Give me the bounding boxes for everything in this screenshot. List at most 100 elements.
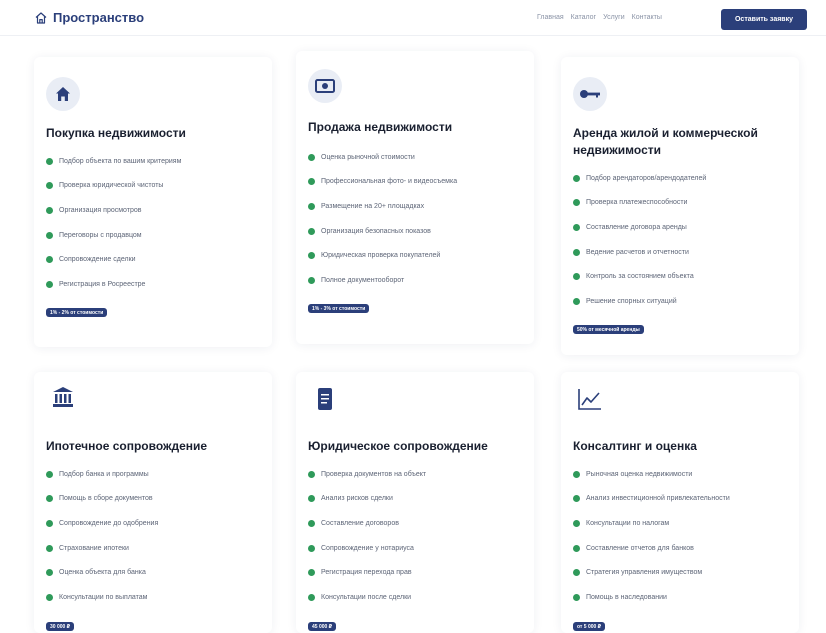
service-card-legal: Юридическое сопровождение Проверка докум… [296,372,534,633]
feature-list: Подбор объекта по вашим критериям Провер… [46,149,181,297]
site-header: Пространство Главная Каталог Услуги Конт… [0,0,826,36]
feature-item: Помощь в наследовании [573,585,730,610]
feature-item: Анализ инвестиционной привлекательности [573,487,730,512]
feature-item: Организация просмотров [46,198,181,223]
leave-request-button[interactable]: Оставить заявку [721,9,807,30]
feature-item: Рыночная оценка недвижимости [573,462,730,487]
check-dot-icon [46,544,53,552]
feature-list: Подбор арендаторов/арендодателей Проверк… [573,166,706,314]
check-dot-icon [46,157,53,165]
check-dot-icon [573,495,580,503]
main-nav: Главная Каталог Услуги Контакты [537,14,662,21]
feature-item: Анализ рисков сделки [308,487,426,512]
feature-item: Оценка рыночной стоимости [308,145,457,170]
feature-item: Страхование ипотеки [46,536,158,561]
feature-item: Контроль за состоянием объекта [573,264,706,289]
service-title: Юридическое сопровождение [308,439,488,453]
home-outline-icon [35,11,47,24]
check-dot-icon [308,153,315,161]
nav-link-catalog[interactable]: Каталог [571,14,596,21]
feature-list: Рыночная оценка недвижимости Анализ инве… [573,462,730,610]
feature-item: Подбор объекта по вашим критериям [46,149,181,174]
price-badge: 50% от месячной аренды [573,325,644,334]
feature-item: Ведение расчетов и отчетности [573,240,706,265]
price-badge: 1% - 2% от стоимости [46,308,108,317]
chart-line-icon [573,382,607,416]
check-dot-icon [308,252,315,260]
check-dot-icon [46,256,53,264]
feature-item: Подбор банка и программы [46,462,158,487]
logo-text: Пространство [53,10,145,25]
check-dot-icon [308,593,315,601]
check-dot-icon [308,470,315,478]
feature-item: Стратегия управления имуществом [573,560,730,585]
check-dot-icon [573,544,580,552]
service-card-purchase: Покупка недвижимости Подбор объекта по в… [34,57,272,347]
check-dot-icon [46,569,53,577]
check-dot-icon [573,297,580,305]
service-card-mortgage: Ипотечное сопровождение Подбор банка и п… [34,372,272,633]
feature-item: Составление договора аренды [573,215,706,240]
nav-link-home[interactable]: Главная [537,14,564,21]
check-dot-icon [573,174,580,182]
feature-item: Профессиональная фото- и видеосъемка [308,170,457,195]
check-dot-icon [573,248,580,256]
check-dot-icon [46,593,53,601]
feature-item: Переговоры с продавцом [46,223,181,248]
check-dot-icon [308,519,315,527]
check-dot-icon [46,519,53,527]
check-dot-icon [308,202,315,210]
check-dot-icon [46,470,53,478]
check-dot-icon [573,569,580,577]
check-dot-icon [308,276,315,284]
check-dot-icon [573,519,580,527]
logo[interactable]: Пространство [34,10,144,25]
check-dot-icon [573,273,580,281]
check-dot-icon [308,178,315,186]
check-dot-icon [46,231,53,239]
feature-item: Проверка платежеспособности [573,191,706,216]
check-dot-icon [573,470,580,478]
feature-item: Полное документооборот [308,268,457,293]
check-dot-icon [308,544,315,552]
feature-item: Юридическая проверка покупателей [308,243,457,268]
service-title: Покупка недвижимости [46,126,186,140]
feature-item: Регистрация перехода прав [308,560,426,585]
check-dot-icon [573,199,580,207]
service-title: Ипотечное сопровождение [46,439,208,453]
price-badge: от 5 000 ₽ [573,622,606,631]
feature-list: Оценка рыночной стоимости Профессиональн… [308,145,457,293]
feature-item: Организация безопасных показов [308,219,457,244]
cash-icon [308,69,342,103]
service-card-rent: Аренда жилой и коммерческой недвижимости… [561,57,799,355]
feature-list: Подбор банка и программы Помощь в сборе … [46,462,158,610]
feature-item: Проверка юридической чистоты [46,174,181,199]
feature-item: Размещение на 20+ площадках [308,194,457,219]
feature-item: Оценка объекта для банка [46,560,158,585]
feature-item: Составление договоров [308,511,426,536]
check-dot-icon [573,593,580,601]
feature-item: Консультации по налогам [573,511,730,536]
check-dot-icon [308,495,315,503]
check-dot-icon [46,182,53,190]
nav-link-services[interactable]: Услуги [603,14,625,21]
check-dot-icon [308,227,315,235]
feature-item: Сопровождение у нотариуса [308,536,426,561]
service-title: Консалтинг и оценка [573,439,697,453]
check-dot-icon [308,569,315,577]
check-dot-icon [46,206,53,214]
feature-item: Сопровождение сделки [46,247,181,272]
check-dot-icon [46,280,53,288]
key-icon [573,77,607,111]
feature-item: Консультации по выплатам [46,585,158,610]
feature-item: Сопровождение до одобрения [46,511,158,536]
nav-link-contacts[interactable]: Контакты [632,14,662,21]
feature-item: Подбор арендаторов/арендодателей [573,166,706,191]
service-card-sale: Продажа недвижимости Оценка рыночной сто… [296,51,534,344]
check-dot-icon [573,223,580,231]
price-badge: 1% - 3% от стоимости [308,304,370,313]
price-badge: 30 000 ₽ [46,622,75,631]
document-icon [308,382,342,416]
feature-item: Регистрация в Росреестре [46,272,181,297]
feature-item: Помощь в сборе документов [46,487,158,512]
